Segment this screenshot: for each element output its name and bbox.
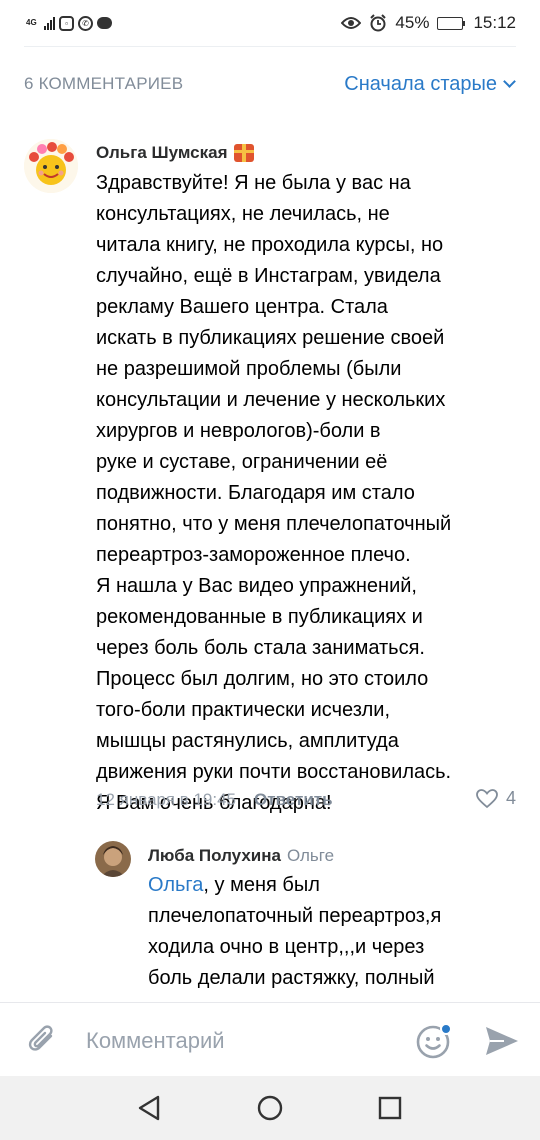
alarm-icon bbox=[370, 14, 387, 32]
eye-icon bbox=[341, 17, 362, 29]
text-line: мышцы растянулись, амплитуда bbox=[96, 730, 399, 752]
text-line: Ольга, у меня был bbox=[148, 870, 458, 901]
heart-icon bbox=[476, 788, 498, 808]
avatar[interactable] bbox=[24, 139, 78, 193]
gift-icon bbox=[233, 144, 254, 162]
reply-button[interactable]: Ответить bbox=[254, 790, 333, 810]
likes-count: 4 bbox=[506, 788, 517, 808]
text-line: того-боли практически исчезли, bbox=[96, 699, 391, 721]
text-line: консультациях, не лечилась, не bbox=[96, 203, 390, 225]
status-bar: 4G ▫ ✆ 45% 15:12 bbox=[0, 0, 540, 46]
comment-composer bbox=[0, 1002, 540, 1076]
author-name[interactable]: Люба Полухина bbox=[148, 846, 281, 866]
chevron-down-icon bbox=[503, 74, 516, 88]
home-icon[interactable] bbox=[254, 1092, 286, 1124]
text-line: рекламу Вашего центра. Стала bbox=[96, 296, 388, 318]
text-fragment: , у меня был bbox=[203, 874, 320, 896]
emoji-icon[interactable] bbox=[415, 1022, 453, 1060]
text-line: Я нашла у Вас видео упражнений, bbox=[96, 575, 417, 597]
recents-icon[interactable] bbox=[374, 1092, 406, 1124]
status-right: 45% 15:12 bbox=[341, 13, 516, 33]
comment-input[interactable] bbox=[86, 1023, 406, 1059]
text-line: плечелопаточный переартроз,я bbox=[148, 905, 442, 927]
app-notification-icon: ▫ bbox=[59, 15, 74, 31]
comments-header: 6 КОММЕНТАРИЕВ Сначала старые bbox=[0, 62, 540, 106]
author-name[interactable]: Ольга Шумская bbox=[96, 143, 228, 163]
chat-icon bbox=[97, 17, 112, 29]
comment-meta: 12 января в 19:45 Ответить bbox=[96, 790, 333, 810]
text-line: консультации и лечение у нескольких bbox=[96, 389, 446, 411]
text-line: рекомендованные в публикациях и bbox=[96, 606, 423, 628]
network-type: 4G bbox=[26, 18, 37, 27]
viber-icon: ✆ bbox=[78, 15, 93, 31]
text-line: ходила очно в центр,,,и через bbox=[148, 936, 425, 958]
mention-link[interactable]: Ольга bbox=[148, 874, 203, 896]
back-icon[interactable] bbox=[134, 1092, 166, 1124]
system-nav-bar bbox=[0, 1076, 540, 1140]
clock: 15:12 bbox=[473, 13, 516, 32]
text-line: искать в публикациях решение своей bbox=[96, 327, 445, 349]
sun-avatar-image bbox=[24, 139, 78, 193]
text-line: читала книгу, не проходила курсы, но bbox=[96, 234, 444, 256]
text-line: через боль боль стала заниматься. bbox=[96, 637, 425, 659]
send-icon[interactable] bbox=[484, 1025, 520, 1057]
text-line: подвижности. Благодаря им стало bbox=[96, 482, 415, 504]
author-line: Ольга Шумская bbox=[96, 143, 254, 163]
status-left: 4G ▫ ✆ bbox=[26, 15, 112, 31]
text-line: случайно, ещё в Инстаграм, увидела bbox=[96, 265, 441, 287]
like-button[interactable]: 4 bbox=[476, 788, 516, 809]
text-line: понятно, что у меня плечелопаточный bbox=[96, 513, 452, 535]
comment-text: Здравствуйте! Я не была у вас на консульт… bbox=[96, 168, 451, 819]
battery-percent: 45% bbox=[395, 13, 430, 32]
signal-icon bbox=[44, 16, 55, 30]
author-line: Люба Полухина Ольге bbox=[148, 846, 334, 866]
sort-label: Сначала старые bbox=[344, 72, 497, 95]
text-line: руке и суставе, ограничении её bbox=[96, 451, 388, 473]
avatar[interactable] bbox=[95, 841, 131, 877]
text-line: Процесс был долгим, но это стоило bbox=[96, 668, 429, 690]
comments-count: 6 КОММЕНТАРИЕВ bbox=[24, 74, 184, 93]
text-line: не разрешимой проблемы (были bbox=[96, 358, 402, 380]
text-line: переартроз-замороженное плечо. bbox=[96, 544, 411, 566]
comment-date: 12 января в 19:45 bbox=[96, 790, 237, 809]
text-line: хирургов и неврологов)-боли в bbox=[96, 420, 381, 442]
text-line: Здравствуйте! Я не была у вас на bbox=[96, 172, 411, 194]
divider bbox=[24, 46, 516, 47]
reply-to[interactable]: Ольге bbox=[287, 846, 334, 866]
text-line: движения руки почти восстановилась. bbox=[96, 761, 452, 783]
text-line: боль делали растяжку, полный bbox=[148, 967, 435, 989]
sort-dropdown[interactable]: Сначала старые bbox=[344, 72, 516, 96]
battery-icon bbox=[437, 16, 466, 30]
user-photo bbox=[95, 841, 131, 877]
attach-icon[interactable] bbox=[24, 1021, 60, 1057]
